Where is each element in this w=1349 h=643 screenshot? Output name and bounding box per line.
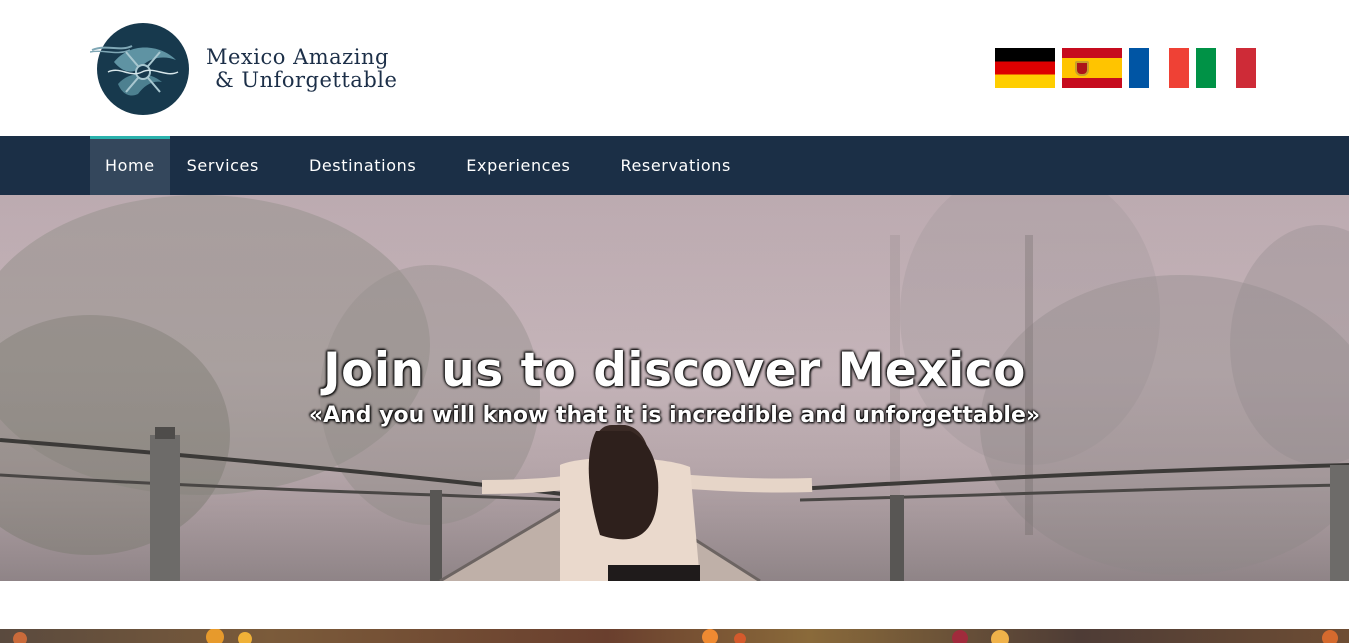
site-header: Mexico Amazing & Unforgettable — [0, 0, 1349, 136]
nav-item-destinations[interactable]: Destinations — [284, 136, 441, 195]
language-selector — [995, 48, 1256, 88]
italian-flag-icon[interactable] — [1196, 48, 1256, 88]
nav-items: Home Services Destinations Experiences R… — [90, 136, 756, 195]
hero-title: Join us to discover Mexico — [323, 343, 1026, 398]
logo-emblem-icon[interactable] — [89, 22, 190, 116]
hero-banner: Join us to discover Mexico «And you will… — [0, 195, 1349, 581]
hero-subtitle: «And you will know that it is incredible… — [308, 403, 1041, 428]
next-section-image — [0, 629, 1349, 643]
nav-item-services[interactable]: Services — [170, 136, 284, 195]
nav-item-experiences[interactable]: Experiences — [441, 136, 595, 195]
logo-text[interactable]: Mexico Amazing & Unforgettable — [206, 46, 397, 92]
german-flag-icon[interactable] — [995, 48, 1055, 88]
french-flag-icon[interactable] — [1129, 48, 1189, 88]
nav-item-home[interactable]: Home — [90, 136, 170, 195]
nav-item-reservations[interactable]: Reservations — [595, 136, 755, 195]
flowers-image — [13, 629, 1338, 643]
main-nav: Home Services Destinations Experiences R… — [0, 136, 1349, 195]
spanish-crest-icon — [1075, 61, 1089, 76]
logo-line-2: & Unforgettable — [215, 68, 398, 92]
logo-line-1: Mexico Amazing — [206, 45, 389, 69]
spanish-flag-icon[interactable] — [1062, 48, 1122, 88]
